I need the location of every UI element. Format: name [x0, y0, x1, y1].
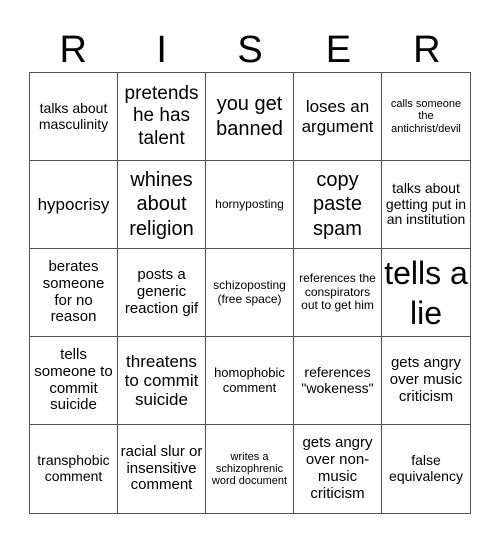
bingo-cell[interactable]: threatens to commit suicide — [118, 337, 206, 425]
bingo-cell[interactable]: talks about getting put in an institutio… — [382, 161, 470, 249]
bingo-cell[interactable]: tells a lie — [382, 249, 470, 337]
bingo-cell[interactable]: false equivalency — [382, 425, 470, 513]
bingo-board: talks about masculinity pretends he has … — [29, 72, 471, 514]
bingo-cell[interactable]: pretends he has talent — [118, 73, 206, 161]
bingo-cell[interactable]: loses an argument — [294, 73, 382, 161]
bingo-cell[interactable]: talks about masculinity — [30, 73, 118, 161]
bingo-cell[interactable]: tells someone to commit suicide — [30, 337, 118, 425]
bingo-cell[interactable]: you get banned — [206, 73, 294, 161]
bingo-cell[interactable]: posts a generic reaction gif — [118, 249, 206, 337]
header-letter: R — [59, 29, 87, 71]
bingo-cell[interactable]: writes a schizophrenic word document — [206, 425, 294, 513]
bingo-cell[interactable]: calls someone the antichrist/devil — [382, 73, 470, 161]
header-letter: S — [237, 29, 263, 71]
bingo-cell[interactable]: references the conspirators out to get h… — [294, 249, 382, 337]
header-letter: I — [156, 29, 167, 71]
bingo-cell[interactable]: transphobic comment — [30, 425, 118, 513]
bingo-cell[interactable]: gets angry over music criticism — [382, 337, 470, 425]
bingo-cell[interactable]: homophobic comment — [206, 337, 294, 425]
bingo-cell free-space[interactable]: schizoposting (free space) — [206, 249, 294, 337]
bingo-cell[interactable]: hypocrisy — [30, 161, 118, 249]
bingo-cell[interactable]: hornyposting — [206, 161, 294, 249]
header-letter: E — [325, 29, 352, 71]
bingo-cell[interactable]: whines about religion — [118, 161, 206, 249]
bingo-cell[interactable]: gets angry over non-music criticism — [294, 425, 382, 513]
bingo-cell[interactable]: racial slur or insensitive comment — [118, 425, 206, 513]
bingo-cell[interactable]: berates someone for no reason — [30, 249, 118, 337]
bingo-cell[interactable]: references "wokeness" — [294, 337, 382, 425]
bingo-cell[interactable]: copy paste spam — [294, 161, 382, 249]
bingo-header: R I S E R — [29, 28, 471, 72]
header-letter: R — [413, 29, 441, 71]
